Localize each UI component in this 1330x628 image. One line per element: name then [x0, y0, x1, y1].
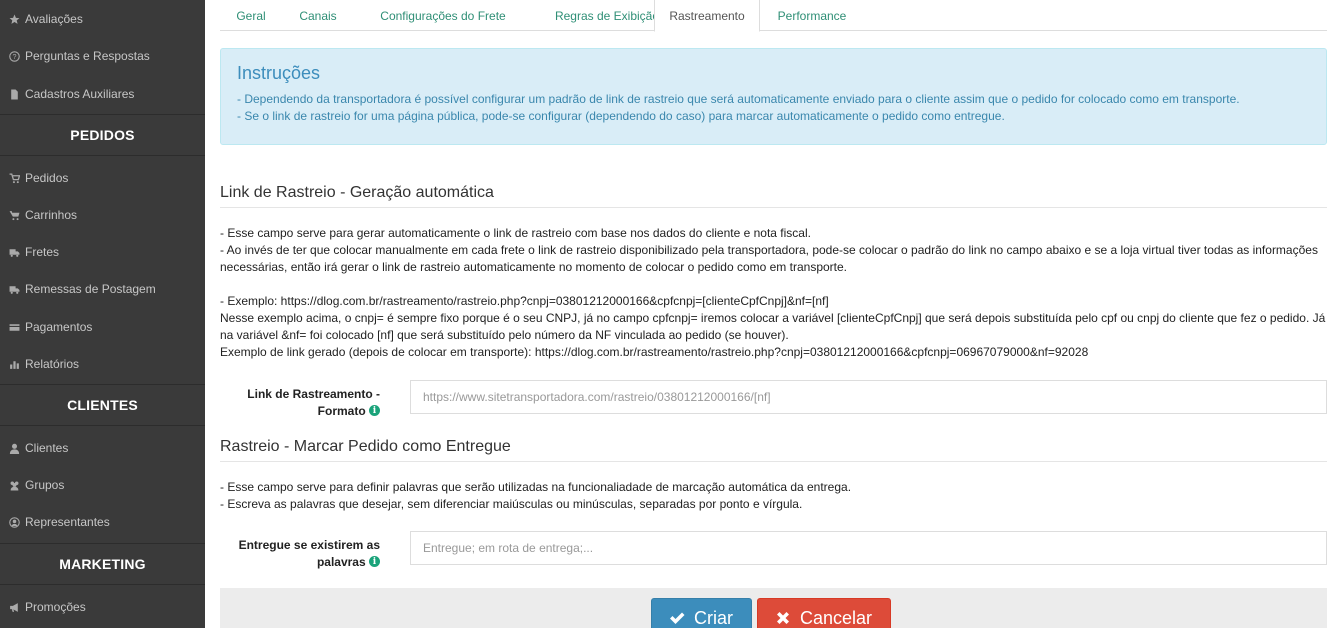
label-line-with-info: palavras — [220, 554, 380, 571]
section-header-marketing: MARKETING — [0, 543, 205, 585]
section-header-pedidos: PEDIDOS — [0, 114, 205, 156]
description-line: - Esse campo serve para definir palavras… — [220, 480, 852, 494]
sidebar-item-label: Promoções — [25, 600, 86, 614]
delivered-section-description: - Esse campo serve para definir palavras… — [220, 479, 1327, 513]
description-line: Exemplo de link gerado (depois de coloca… — [220, 345, 1089, 359]
sidebar-item-perguntas[interactable]: ? Perguntas e Respostas — [0, 38, 205, 74]
label-line: Entregue se existirem as — [238, 538, 380, 552]
label-text: Formato — [317, 404, 366, 418]
sidebar-item-representantes[interactable]: Representantes — [0, 504, 205, 540]
user-circle-icon — [8, 516, 21, 529]
sidebar-item-grupos[interactable]: Grupos — [0, 467, 205, 503]
truck-icon — [8, 283, 21, 296]
create-button[interactable]: Criar — [651, 598, 752, 628]
sidebar-item-relatorios[interactable]: Relatórios — [0, 346, 205, 382]
sidebar-item-cadastros[interactable]: Cadastros Auxiliares — [0, 76, 205, 112]
tab-configuracoes-frete[interactable]: Configurações do Frete — [354, 0, 532, 31]
description-line: - Exemplo: https://dlog.com.br/rastreame… — [220, 294, 829, 308]
file-icon — [8, 88, 21, 101]
label-line: Link de Rastreamento - — [247, 387, 380, 401]
sidebar-item-clientes[interactable]: Clientes — [0, 430, 205, 466]
star-icon — [8, 13, 21, 26]
sidebar-item-label: Avaliações — [25, 12, 83, 26]
description-line — [220, 276, 1327, 293]
sidebar-item-label: Cadastros Auxiliares — [25, 87, 135, 101]
delivered-words-input[interactable] — [410, 531, 1327, 565]
cancel-button[interactable]: Cancelar — [757, 598, 891, 628]
truck-icon — [8, 246, 21, 259]
info-icon[interactable] — [369, 554, 380, 571]
sidebar: Avaliações ? Perguntas e Respostas Cadas… — [0, 0, 205, 628]
sidebar-item-label: Fretes — [25, 245, 60, 259]
delivered-section-title: Rastreio - Marcar Pedido como Entregue — [220, 438, 1327, 462]
close-icon — [777, 612, 789, 624]
sidebar-item-label: Carrinhos — [25, 208, 78, 222]
credit-card-icon — [8, 321, 21, 334]
description-line: - Ao invés de ter que colocar manualment… — [220, 243, 1318, 274]
sidebar-item-avaliacoes[interactable]: Avaliações — [0, 1, 205, 37]
link-section-description: - Esse campo serve para gerar automatica… — [220, 225, 1327, 361]
bar-chart-icon — [8, 358, 21, 371]
instructions-line: - Se o link de rastreio for uma página p… — [237, 109, 1005, 123]
delivered-words-label: Entregue se existirem as palavras — [220, 537, 380, 571]
tracking-link-label: Link de Rastreamento - Formato — [220, 386, 380, 420]
question-circle-icon: ? — [8, 50, 21, 63]
sidebar-item-fretes[interactable]: Fretes — [0, 234, 205, 270]
shopping-cart-icon — [8, 209, 21, 222]
sidebar-item-pagamentos[interactable]: Pagamentos — [0, 309, 205, 345]
svg-text:?: ? — [13, 53, 17, 61]
bullhorn-icon — [8, 601, 21, 614]
sidebar-item-label: Pagamentos — [25, 320, 93, 334]
instructions-alert: Instruções - Dependendo da transportador… — [220, 48, 1327, 145]
link-section-title: Link de Rastreio - Geração automática — [220, 184, 1327, 208]
main-content: Geral Canais Configurações do Frete Regr… — [220, 0, 1327, 628]
tab-rastreamento[interactable]: Rastreamento — [654, 0, 760, 32]
tab-bar: Geral Canais Configurações do Frete Regr… — [220, 0, 1327, 32]
users-icon — [8, 479, 21, 492]
sidebar-item-label: Pedidos — [25, 171, 69, 185]
description-line: Nesse exemplo acima, o cnpj= é sempre fi… — [220, 311, 1326, 342]
tab-performance[interactable]: Performance — [762, 0, 862, 31]
tab-canais[interactable]: Canais — [282, 0, 354, 31]
tracking-link-input[interactable] — [410, 380, 1327, 414]
sidebar-item-label: Remessas de Postagem — [25, 282, 156, 296]
instructions-title: Instruções — [237, 63, 321, 83]
sidebar-item-promocoes[interactable]: Promoções — [0, 589, 205, 625]
sidebar-item-pedidos[interactable]: Pedidos — [0, 160, 205, 196]
tab-geral[interactable]: Geral — [220, 0, 282, 31]
cart-icon — [8, 172, 21, 185]
sidebar-item-label: Relatórios — [25, 357, 80, 371]
sidebar-item-remessas[interactable]: Remessas de Postagem — [0, 271, 205, 307]
sidebar-item-carrinhos[interactable]: Carrinhos — [0, 197, 205, 233]
create-button-label: Criar — [694, 607, 733, 628]
description-line: - Esse campo serve para gerar automatica… — [220, 226, 811, 240]
sidebar-item-label: Grupos — [25, 478, 65, 492]
info-icon[interactable] — [369, 403, 380, 420]
label-line-with-info: Formato — [220, 403, 380, 420]
user-icon — [8, 442, 21, 455]
form-actions-bar: Criar Cancelar — [220, 588, 1327, 628]
cancel-button-label: Cancelar — [800, 607, 873, 628]
check-icon — [670, 612, 685, 624]
label-text: palavras — [316, 555, 366, 569]
sidebar-item-label: Perguntas e Respostas — [25, 49, 150, 63]
sidebar-item-label: Representantes — [25, 515, 110, 529]
section-header-clientes: CLIENTES — [0, 384, 205, 426]
description-line: - Escreva as palavras que desejar, sem d… — [220, 497, 803, 511]
sidebar-item-label: Clientes — [25, 441, 69, 455]
instructions-line: - Dependendo da transportadora é possíve… — [237, 92, 1240, 106]
